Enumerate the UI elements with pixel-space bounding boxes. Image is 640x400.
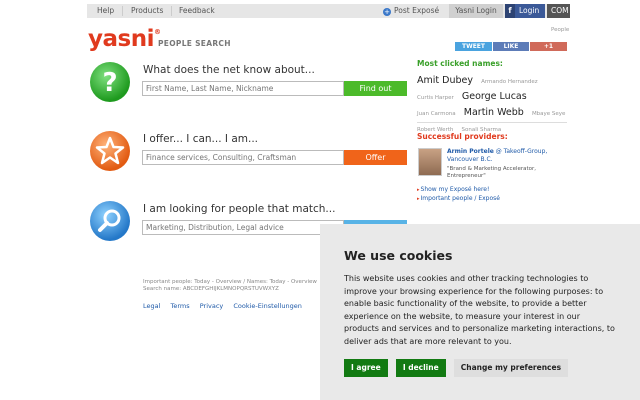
name-search-input[interactable] xyxy=(142,81,344,96)
legal-link[interactable]: Legal xyxy=(143,302,160,310)
cookie-banner: We use cookies This website uses cookies… xyxy=(320,224,640,400)
nav-feedback[interactable]: Feedback xyxy=(179,4,215,18)
tweet-button[interactable]: TWEET xyxy=(455,42,492,51)
decline-button[interactable]: I decline xyxy=(395,359,446,377)
provider-name-text: Armin Portele xyxy=(447,148,494,155)
people-label: People xyxy=(551,27,570,33)
privacy-link[interactable]: Privacy xyxy=(200,302,224,310)
svg-text:?: ? xyxy=(102,68,117,98)
gplus-button[interactable]: +1 xyxy=(530,42,567,51)
most-clicked-title: Most clicked names: xyxy=(417,59,503,68)
logo-registered-mark: ® xyxy=(153,28,161,36)
star-icon xyxy=(90,131,130,171)
facebook-login-button[interactable]: f Login xyxy=(505,4,545,18)
important-people-link[interactable]: ▸Important people / Exposé xyxy=(417,195,500,202)
provider-name[interactable]: Armin Portele @ Takeoff-Group, Vancouver… xyxy=(447,148,565,164)
row-title-offer: I offer... I can... I am... xyxy=(143,133,259,145)
name-link[interactable]: Martin Webb xyxy=(464,107,524,118)
change-preferences-button[interactable]: Change my preferences xyxy=(453,359,569,377)
plus-icon: + xyxy=(383,8,391,16)
offer-input[interactable] xyxy=(142,150,344,165)
row-title-know: What does the net know about... xyxy=(143,64,315,76)
com-button[interactable]: COM xyxy=(547,4,570,18)
avatar[interactable] xyxy=(418,148,442,176)
facebook-login-label: Login xyxy=(519,6,540,15)
name-link[interactable]: Armando Hernandez xyxy=(481,79,538,85)
important-line-2[interactable]: Search name: ABCDEFGHIJKLMNOPQRSTUVWXYZ xyxy=(143,286,317,293)
name-link[interactable]: Mbaye Seye xyxy=(532,111,566,117)
magnifier-icon xyxy=(90,201,130,241)
nav-separator xyxy=(171,6,172,16)
show-expose-label: Show my Exposé here! xyxy=(420,186,490,193)
agree-button[interactable]: I agree xyxy=(344,359,388,377)
top-nav: Help Products Feedback + Post Exposé Yasn… xyxy=(87,4,570,18)
cookie-text: This website uses cookies and other trac… xyxy=(344,274,615,346)
terms-link[interactable]: Terms xyxy=(171,302,190,310)
looking-for-input[interactable] xyxy=(142,220,344,235)
nav-help[interactable]: Help xyxy=(97,4,114,18)
find-out-button[interactable]: Find out xyxy=(344,81,407,96)
logo-text: yasni xyxy=(88,26,154,52)
row-title-looking: I am looking for people that match... xyxy=(143,203,336,215)
name-link[interactable]: Curtis Harper xyxy=(417,95,454,101)
offer-button[interactable]: Offer xyxy=(344,150,407,165)
cookie-buttons: I agree I decline Change my preferences xyxy=(344,355,571,377)
divider xyxy=(417,122,567,123)
tagline: PEOPLE SEARCH xyxy=(158,39,231,48)
name-link[interactable]: Juan Carmona xyxy=(417,111,456,117)
arrow-icon: ▸ xyxy=(417,196,420,202)
name-link[interactable]: George Lucas xyxy=(462,91,527,102)
nav-products[interactable]: Products xyxy=(131,4,163,18)
providers-title: Successful providers: xyxy=(417,132,508,141)
important-people-label: Important people / Exposé xyxy=(420,195,500,202)
show-expose-link[interactable]: ▸Show my Exposé here! xyxy=(417,186,489,193)
cookie-title: We use cookies xyxy=(344,248,453,263)
post-expose-label: Post Exposé xyxy=(394,6,440,15)
most-clicked-names: Amit Dubey Armando Hernandez Curtis Harp… xyxy=(417,72,572,136)
facebook-icon: f xyxy=(505,4,515,18)
yasni-login-button[interactable]: Yasni Login xyxy=(449,4,503,18)
name-link[interactable]: Amit Dubey xyxy=(417,75,473,86)
important-people: Important people: Today - Overview / Nam… xyxy=(143,279,317,293)
question-icon: ? xyxy=(90,62,130,102)
cookie-settings-link[interactable]: Cookie-Einstellungen xyxy=(233,302,301,310)
important-line-1[interactable]: Important people: Today - Overview / Nam… xyxy=(143,279,317,286)
nav-separator xyxy=(122,6,123,16)
post-expose-link[interactable]: + Post Exposé xyxy=(383,4,439,18)
yasni-logo[interactable]: yasni® xyxy=(88,26,161,52)
arrow-icon: ▸ xyxy=(417,187,420,193)
provider-description: "Brand & Marketing Accelerator, Entrepre… xyxy=(447,166,537,179)
like-button[interactable]: LIKE xyxy=(493,42,529,51)
footer-links: Legal Terms Privacy Cookie-Einstellungen xyxy=(143,302,310,310)
